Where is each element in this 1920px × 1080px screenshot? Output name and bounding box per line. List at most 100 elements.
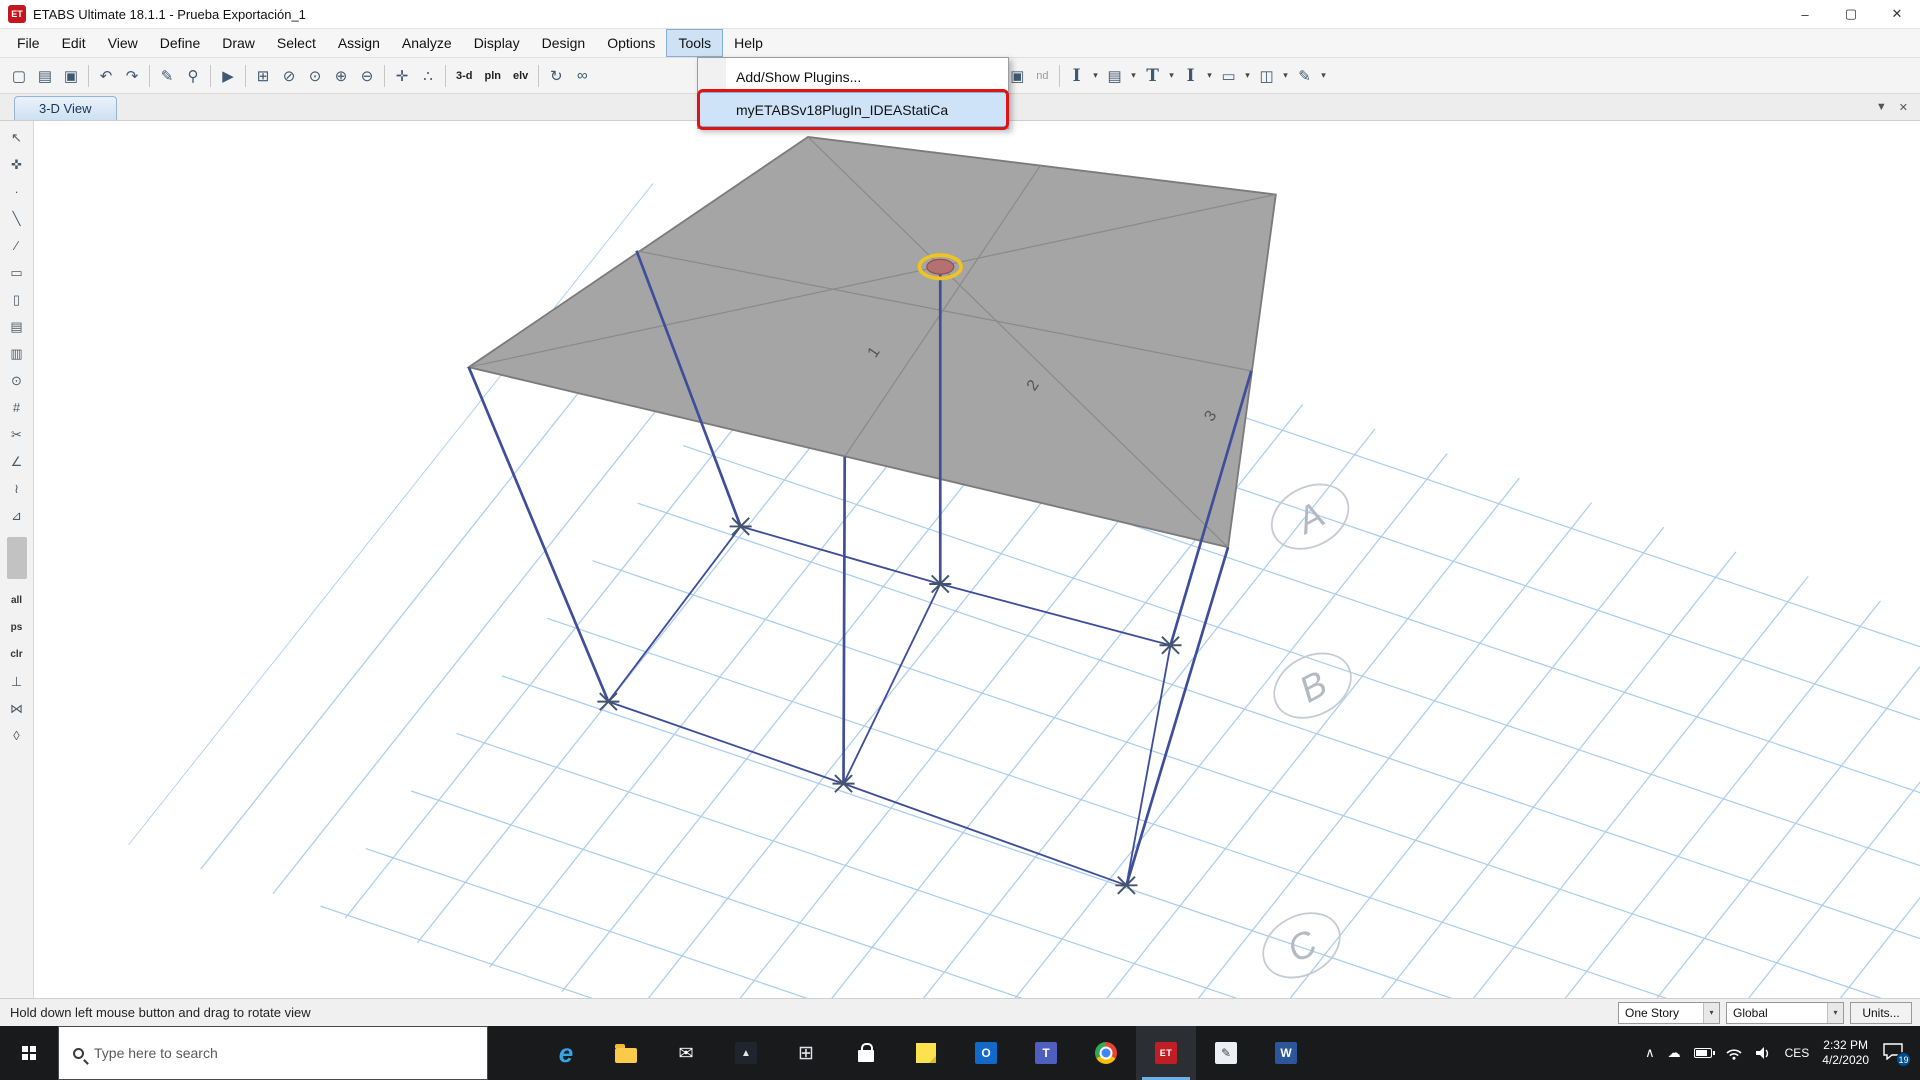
draw-link-icon[interactable]: ≀ — [3, 475, 31, 502]
language-indicator[interactable]: CES — [1785, 1046, 1810, 1060]
clear-selection-button[interactable]: clr — [3, 641, 31, 668]
calculator-icon[interactable]: ⊞ — [776, 1026, 836, 1080]
menu-define[interactable]: Define — [149, 29, 211, 57]
undo-icon[interactable]: ↶ — [93, 62, 119, 89]
close-button[interactable]: ✕ — [1874, 0, 1920, 28]
snap-to-joints-icon[interactable]: ⊥ — [3, 668, 31, 695]
chrome-icon[interactable] — [1076, 1026, 1136, 1080]
maximize-button[interactable]: ▢ — [1828, 0, 1874, 28]
story-mode-select[interactable]: One Story ▾ — [1618, 1002, 1720, 1024]
select-all-button[interactable]: all — [3, 587, 31, 614]
snap-to-frames-icon[interactable]: ⋈ — [3, 695, 31, 722]
previous-zoom-icon[interactable]: ⊙ — [302, 62, 328, 89]
wifi-icon[interactable] — [1725, 1047, 1743, 1060]
save-model-icon[interactable]: ▣ — [58, 62, 84, 89]
draw-properties-caret[interactable]: ▾ — [1318, 62, 1330, 89]
minimize-button[interactable]: – — [1782, 0, 1828, 28]
pier-icon[interactable]: ◫ — [1254, 62, 1280, 89]
menu-view[interactable]: View — [97, 29, 149, 57]
model-canvas[interactable]: A B C — [34, 121, 1920, 998]
draw-properties-icon[interactable]: ✎ — [1292, 62, 1318, 89]
reshape-icon[interactable]: ✜ — [3, 151, 31, 178]
nd-label[interactable]: nd — [1030, 62, 1054, 89]
restore-full-view-icon[interactable]: ⊘ — [276, 62, 302, 89]
spandrel-caret[interactable]: ▾ — [1242, 62, 1254, 89]
section-cut-icon[interactable]: ✂ — [3, 421, 31, 448]
menu-draw[interactable]: Draw — [211, 29, 266, 57]
store-icon[interactable] — [836, 1026, 896, 1080]
quick-draw-floor-icon[interactable]: ▤ — [3, 313, 31, 340]
chevron-down-icon[interactable]: ▾ — [1827, 1003, 1843, 1023]
pan-icon[interactable]: ✛ — [389, 62, 415, 89]
sticky-notes-icon[interactable] — [896, 1026, 956, 1080]
photos-icon[interactable]: ▲ — [716, 1026, 776, 1080]
edge-icon[interactable]: e — [536, 1026, 596, 1080]
redo-icon[interactable]: ↷ — [119, 62, 145, 89]
battery-icon[interactable] — [1694, 1048, 1712, 1058]
draw-floor-icon[interactable]: ▭ — [3, 259, 31, 286]
coord-system-select[interactable]: Global ▾ — [1726, 1002, 1844, 1024]
tools-menu-idea-statica-plugin[interactable]: myETABSv18PlugIn_IDEAStatiCa — [698, 93, 1008, 126]
menu-design[interactable]: Design — [531, 29, 597, 57]
menu-select[interactable]: Select — [266, 29, 327, 57]
start-button[interactable] — [0, 1026, 58, 1080]
outlook-icon[interactable]: O — [956, 1026, 1016, 1080]
draw-ref-point-icon[interactable]: ⊙ — [3, 367, 31, 394]
teams-icon[interactable]: T — [1016, 1026, 1076, 1080]
3d-model-viewport[interactable]: A B C — [34, 121, 1920, 998]
taskbar-search[interactable] — [58, 1026, 488, 1080]
menu-edit[interactable]: Edit — [51, 29, 97, 57]
word-icon[interactable]: W — [1256, 1026, 1316, 1080]
frame-section-caret[interactable]: ▾ — [1090, 62, 1102, 89]
perspective-toggle-icon[interactable]: ∞ — [569, 62, 595, 89]
view-3d-button[interactable]: 3-d — [450, 62, 479, 89]
view-plan-button[interactable]: pln — [479, 62, 508, 89]
new-model-icon[interactable]: ▢ — [6, 62, 32, 89]
edit-pencil-icon[interactable]: ✎ — [154, 62, 180, 89]
paint-icon[interactable]: ✎ — [1196, 1026, 1256, 1080]
view-elevation-button[interactable]: elv — [507, 62, 534, 89]
frame-section-icon[interactable]: I — [1064, 62, 1090, 89]
mail-icon[interactable]: ✉ — [656, 1026, 716, 1080]
zoom-in-icon[interactable]: ⊕ — [328, 62, 354, 89]
menu-display[interactable]: Display — [463, 29, 531, 57]
draw-wall-icon[interactable]: ▯ — [3, 286, 31, 313]
tools-menu-add-show-plugins[interactable]: Add/Show Plugins... — [698, 60, 1008, 93]
units-button[interactable]: Units... — [1850, 1002, 1912, 1024]
rubber-band-zoom-icon[interactable]: ⊞ — [250, 62, 276, 89]
base-beams[interactable] — [608, 526, 1170, 885]
menu-help[interactable]: Help — [723, 29, 774, 57]
tab-close-icon[interactable]: ✕ — [1899, 101, 1908, 114]
spandrel-icon[interactable]: ▭ — [1216, 62, 1242, 89]
previous-selection-button[interactable]: ps — [3, 614, 31, 641]
menu-analyze[interactable]: Analyze — [391, 29, 463, 57]
draw-joint-icon[interactable]: ∙ — [3, 178, 31, 205]
select-pointer-icon[interactable]: ↖ — [3, 124, 31, 151]
onedrive-cloud-icon[interactable]: ☁ — [1668, 1045, 1681, 1061]
action-center-button[interactable]: 19 — [1882, 1042, 1908, 1064]
chevron-down-icon[interactable]: ▾ — [1703, 1003, 1719, 1023]
search-input[interactable] — [94, 1045, 487, 1061]
tab-menu-icon[interactable]: ▼ — [1876, 101, 1887, 113]
roof-slab[interactable] — [469, 137, 1276, 547]
taskbar-clock[interactable]: 2:32 PM 4/2/2020 — [1822, 1038, 1869, 1068]
measure-icon[interactable]: ∠ — [3, 448, 31, 475]
column-section-icon[interactable]: I — [1178, 62, 1204, 89]
tee-section-caret[interactable]: ▾ — [1166, 62, 1178, 89]
file-explorer-icon[interactable] — [596, 1026, 656, 1080]
pier-caret[interactable]: ▾ — [1280, 62, 1292, 89]
column-section-caret[interactable]: ▾ — [1204, 62, 1216, 89]
draw-brace-icon[interactable]: ⊿ — [3, 502, 31, 529]
lock-model-icon[interactable]: ⚲ — [180, 62, 206, 89]
snap-options-icon[interactable]: ∴ — [415, 62, 441, 89]
draw-frame-icon[interactable]: ╲ — [3, 205, 31, 232]
draw-grid-icon[interactable]: # — [3, 394, 31, 421]
quick-draw-wall-icon[interactable]: ▥ — [3, 340, 31, 367]
tab-3d-view[interactable]: 3-D View — [14, 96, 117, 120]
run-analysis-icon[interactable]: ▶ — [215, 62, 241, 89]
show-hidden-icons-chevron[interactable]: ∧ — [1645, 1045, 1655, 1061]
deck-section-icon[interactable]: ▤ — [1102, 62, 1128, 89]
menu-options[interactable]: Options — [596, 29, 666, 57]
menu-tools[interactable]: Tools — [666, 29, 723, 57]
menu-file[interactable]: File — [6, 29, 51, 57]
